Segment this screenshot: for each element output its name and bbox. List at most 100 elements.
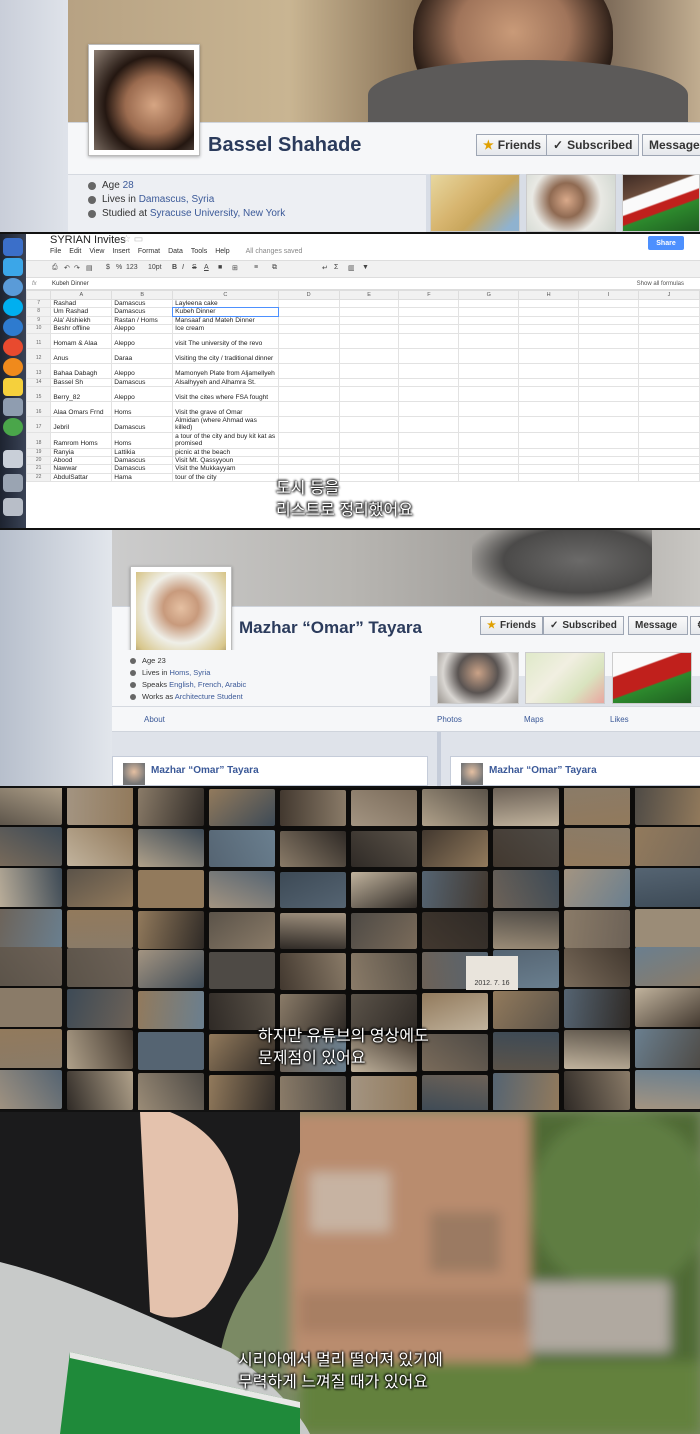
cell-city[interactable]: Damascus — [111, 464, 174, 474]
video-thumbnail[interactable] — [67, 868, 133, 908]
dock-finder-icon[interactable] — [3, 238, 23, 256]
empty-cell[interactable] — [518, 298, 580, 309]
empty-cell[interactable] — [578, 401, 639, 418]
wrap-icon[interactable]: ↵ — [322, 264, 328, 272]
video-thumbnail[interactable] — [280, 912, 346, 949]
video-thumbnail[interactable] — [280, 1076, 346, 1110]
chart-icon[interactable]: ▥ — [348, 264, 355, 272]
empty-cell[interactable] — [277, 416, 340, 433]
fill-color-icon[interactable]: ■ — [218, 264, 222, 271]
column-header[interactable]: F — [398, 290, 460, 300]
video-thumbnail[interactable] — [280, 871, 346, 908]
video-thumbnail[interactable] — [635, 867, 700, 908]
map-thumbnail[interactable] — [430, 174, 520, 232]
empty-cell[interactable] — [338, 315, 400, 326]
empty-cell[interactable] — [338, 416, 400, 433]
cell-city[interactable]: Aleppo — [111, 386, 174, 403]
redo-icon[interactable]: ↷ — [74, 264, 80, 272]
empty-cell[interactable] — [518, 456, 580, 466]
post-author[interactable]: Mazhar “Omar” Tayara — [151, 765, 259, 776]
percent-icon[interactable]: % — [116, 264, 122, 271]
empty-cell[interactable] — [277, 431, 340, 449]
empty-cell[interactable] — [458, 456, 520, 466]
friends-button[interactable]: ★ Friends — [476, 134, 549, 156]
cell-name[interactable]: Ala' Alshiekh — [50, 315, 113, 326]
video-thumbnail[interactable] — [564, 1071, 630, 1110]
empty-cell[interactable] — [338, 347, 400, 364]
cell-activity[interactable]: Mansaaf and Mateh Dinner — [172, 315, 279, 326]
cell-city[interactable]: Aleppo — [111, 362, 174, 379]
empty-cell[interactable] — [518, 332, 580, 349]
cell-activity[interactable]: Mamonyeh Plate from Aljamellyeh — [172, 362, 279, 379]
cell-activity[interactable]: a tour of the city and buy kit kat as pr… — [172, 431, 279, 449]
empty-cell[interactable] — [458, 431, 520, 449]
video-thumbnail[interactable] — [635, 1028, 700, 1069]
video-thumbnail[interactable] — [493, 1032, 559, 1070]
row-number[interactable]: 8 — [25, 307, 52, 317]
empty-cell[interactable] — [338, 456, 400, 466]
tab-likes[interactable]: Likes — [610, 715, 629, 724]
cell-city[interactable]: Homs — [111, 431, 174, 449]
empty-cell[interactable] — [338, 324, 400, 334]
video-thumbnail[interactable] — [564, 909, 630, 949]
dock-preview-icon[interactable] — [3, 398, 23, 416]
video-thumbnail[interactable] — [209, 992, 275, 1030]
empty-cell[interactable] — [458, 472, 520, 483]
video-thumbnail[interactable] — [351, 912, 417, 949]
video-thumbnail[interactable] — [209, 1074, 275, 1110]
video-thumbnail[interactable] — [564, 868, 630, 908]
empty-cell[interactable] — [518, 416, 580, 433]
video-thumbnail[interactable] — [564, 948, 630, 988]
video-thumbnail[interactable] — [0, 1069, 62, 1110]
empty-cell[interactable] — [398, 447, 460, 458]
empty-cell[interactable] — [518, 324, 580, 334]
empty-cell[interactable] — [398, 315, 460, 326]
empty-cell[interactable] — [518, 464, 580, 474]
subscribed-button[interactable]: ✓ Subscribed — [546, 134, 640, 156]
empty-cell[interactable] — [518, 431, 580, 449]
cell-city[interactable]: Homs — [111, 401, 174, 418]
align-icon[interactable]: ≡ — [254, 264, 258, 271]
video-thumbnail[interactable] — [564, 989, 630, 1029]
video-thumbnail[interactable] — [67, 989, 133, 1029]
studied-link[interactable]: Syracuse University, New York — [150, 208, 285, 219]
empty-cell[interactable] — [398, 298, 460, 309]
empty-cell[interactable] — [398, 386, 460, 403]
empty-cell[interactable] — [338, 401, 400, 418]
age-link[interactable]: 28 — [123, 180, 134, 191]
menu-format[interactable]: Format — [138, 248, 160, 255]
cell-name[interactable]: Um Rashad — [50, 307, 113, 317]
cell-activity[interactable]: Ice cream — [172, 324, 279, 334]
italic-icon[interactable]: I — [182, 264, 184, 271]
empty-cell[interactable] — [458, 347, 520, 364]
empty-cell[interactable] — [518, 315, 580, 326]
column-header[interactable]: G — [458, 290, 520, 300]
dock-documents-icon[interactable] — [3, 474, 23, 492]
cell-activity[interactable]: picnic at the beach — [172, 447, 279, 458]
video-thumbnail[interactable] — [422, 911, 488, 949]
cell-city[interactable]: Damascus — [111, 307, 174, 317]
video-thumbnail[interactable] — [0, 1028, 62, 1069]
empty-cell[interactable] — [578, 386, 639, 403]
video-thumbnail[interactable] — [138, 910, 204, 949]
empty-cell[interactable] — [277, 401, 340, 418]
empty-cell[interactable] — [637, 362, 700, 379]
share-button[interactable]: Share — [648, 236, 684, 250]
video-thumbnail[interactable] — [564, 827, 630, 867]
column-header[interactable]: A — [50, 290, 113, 300]
empty-cell[interactable] — [338, 307, 400, 317]
empty-cell[interactable] — [458, 401, 520, 418]
cell-name[interactable]: Rashad — [50, 298, 113, 309]
empty-cell[interactable] — [277, 307, 340, 317]
video-thumbnail[interactable] — [0, 946, 62, 987]
empty-cell[interactable] — [578, 307, 639, 317]
empty-cell[interactable] — [637, 431, 700, 449]
empty-cell[interactable] — [578, 332, 639, 349]
video-thumbnail[interactable] — [635, 946, 700, 987]
video-thumbnail[interactable] — [67, 1030, 133, 1070]
undo-icon[interactable]: ↶ — [64, 264, 70, 272]
video-thumbnail[interactable] — [422, 1033, 488, 1071]
menu-tools[interactable]: Tools — [191, 248, 207, 255]
video-thumbnail[interactable] — [635, 987, 700, 1028]
cell-activity[interactable]: tour of the city — [172, 472, 279, 483]
